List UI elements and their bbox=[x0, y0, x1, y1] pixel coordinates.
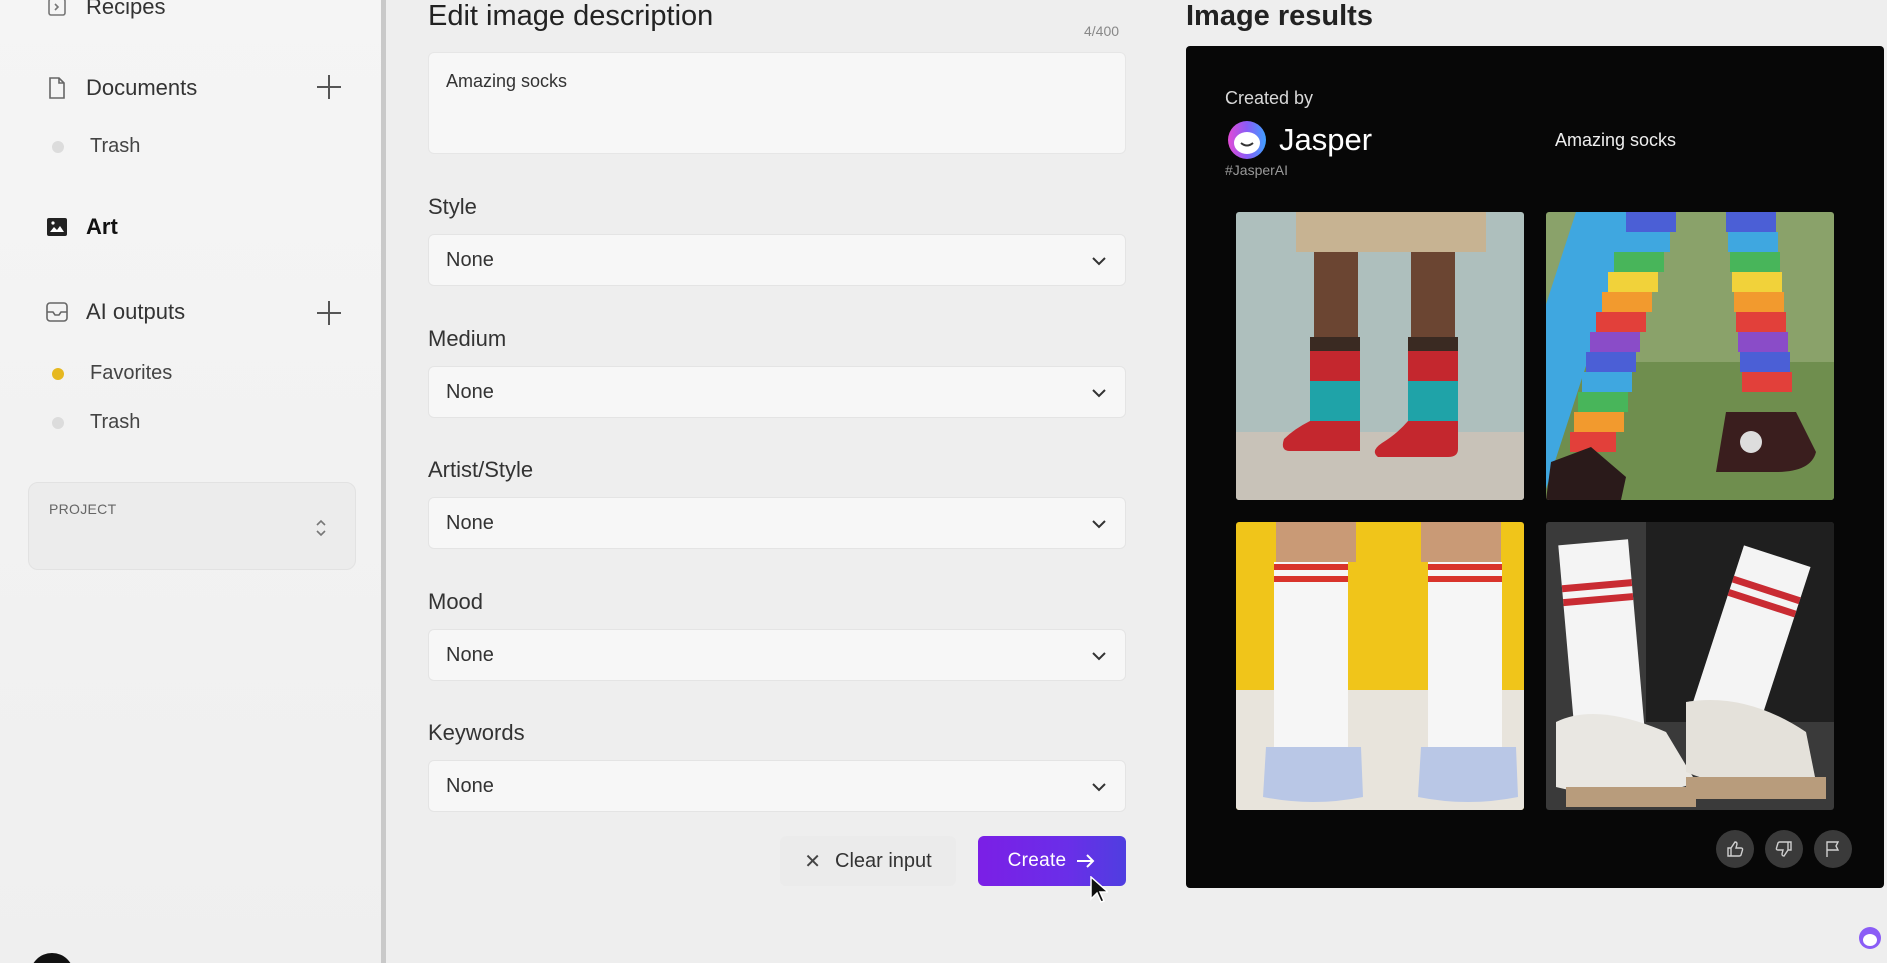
status-dot bbox=[52, 140, 64, 153]
create-label: Create bbox=[1007, 850, 1067, 871]
select-value: None bbox=[446, 248, 494, 271]
close-icon: ✕ bbox=[804, 850, 822, 873]
artist-style-select[interactable]: None bbox=[428, 497, 1126, 549]
updown-chevron-icon bbox=[313, 517, 329, 539]
mood-label: Mood bbox=[428, 589, 484, 614]
medium-select[interactable]: None bbox=[428, 366, 1126, 418]
clear-input-label: Clear input bbox=[835, 849, 932, 872]
inbox-icon bbox=[46, 301, 68, 323]
sidebar-item-label: Art bbox=[86, 214, 118, 239]
sidebar-item-ai-outputs[interactable]: AI outputs bbox=[46, 299, 185, 325]
select-value: None bbox=[446, 774, 494, 797]
keywords-select[interactable]: None bbox=[428, 760, 1126, 812]
result-image-1[interactable] bbox=[1236, 212, 1524, 500]
thumbs-down-icon bbox=[1775, 841, 1792, 857]
project-selector[interactable]: PROJECT bbox=[28, 482, 356, 570]
description-textarea[interactable]: Amazing socks bbox=[428, 52, 1126, 154]
document-icon bbox=[46, 77, 68, 99]
select-value: None bbox=[446, 643, 494, 666]
style-select[interactable]: None bbox=[428, 234, 1126, 286]
page-title: Edit image description bbox=[428, 0, 714, 32]
avatar[interactable] bbox=[30, 953, 74, 963]
result-image-4[interactable] bbox=[1546, 522, 1834, 810]
recipe-icon bbox=[46, 0, 68, 18]
add-ai-output-icon[interactable] bbox=[314, 298, 344, 328]
results-title: Image results bbox=[1186, 0, 1373, 32]
flag-button[interactable] bbox=[1814, 830, 1852, 868]
sidebar-item-label: AI outputs bbox=[86, 299, 186, 324]
hashtag-text: #JasperAI bbox=[1225, 162, 1289, 178]
result-image-3[interactable] bbox=[1236, 522, 1524, 810]
sidebar-item-label: Trash bbox=[90, 411, 141, 433]
sidebar-item-label: Documents bbox=[86, 75, 198, 100]
chevron-down-icon bbox=[1092, 520, 1106, 529]
image-results-panel: Created by Jasper #JasperAI Amazing sock… bbox=[1186, 46, 1884, 888]
sidebar-item-label: Recipes bbox=[86, 0, 166, 19]
favorites-dot bbox=[52, 367, 64, 380]
mood-select[interactable]: None bbox=[428, 629, 1126, 681]
sidebar-item-documents-trash[interactable]: Trash bbox=[52, 135, 140, 158]
jasper-chat-icon[interactable] bbox=[1858, 926, 1882, 950]
sidebar-item-label: Favorites bbox=[90, 362, 173, 384]
character-counter: 4/400 bbox=[1084, 23, 1120, 39]
style-label: Style bbox=[428, 194, 477, 219]
image-caption: Amazing socks bbox=[1555, 130, 1677, 150]
sidebar-item-ai-trash[interactable]: Trash bbox=[52, 411, 140, 434]
chevron-down-icon bbox=[1092, 652, 1106, 661]
flag-icon bbox=[1826, 841, 1840, 857]
clear-input-button[interactable]: ✕ Clear input bbox=[780, 836, 956, 886]
sidebar: Recipes Documents Trash Art AI outputs F… bbox=[0, 0, 386, 963]
thumbs-up-button[interactable] bbox=[1716, 830, 1754, 868]
jasper-brand: Jasper bbox=[1225, 120, 1372, 160]
sidebar-item-favorites[interactable]: Favorites bbox=[52, 362, 172, 385]
chevron-down-icon bbox=[1092, 783, 1106, 792]
thumbs-up-icon bbox=[1727, 841, 1744, 857]
arrow-right-icon bbox=[1077, 854, 1095, 868]
project-label: PROJECT bbox=[49, 501, 117, 517]
brand-name: Jasper bbox=[1279, 122, 1373, 157]
artist-style-label: Artist/Style bbox=[428, 457, 534, 482]
mouse-cursor-icon bbox=[1090, 876, 1108, 903]
created-by-text: Created by bbox=[1225, 88, 1314, 108]
chevron-down-icon bbox=[1092, 389, 1106, 398]
keywords-label: Keywords bbox=[428, 720, 525, 745]
sidebar-item-label: Trash bbox=[90, 135, 141, 157]
sidebar-item-documents[interactable]: Documents bbox=[46, 75, 197, 101]
chevron-down-icon bbox=[1092, 257, 1106, 266]
thumbs-down-button[interactable] bbox=[1765, 830, 1803, 868]
jasper-logo-icon bbox=[1228, 121, 1266, 159]
result-image-2[interactable] bbox=[1546, 212, 1834, 500]
sidebar-item-art[interactable]: Art bbox=[46, 214, 118, 240]
select-value: None bbox=[446, 380, 494, 403]
sidebar-item-recipes[interactable]: Recipes bbox=[46, 0, 165, 20]
image-icon bbox=[46, 216, 68, 238]
status-dot bbox=[52, 416, 64, 429]
select-value: None bbox=[446, 511, 494, 534]
add-document-icon[interactable] bbox=[314, 72, 344, 102]
medium-label: Medium bbox=[428, 326, 507, 351]
